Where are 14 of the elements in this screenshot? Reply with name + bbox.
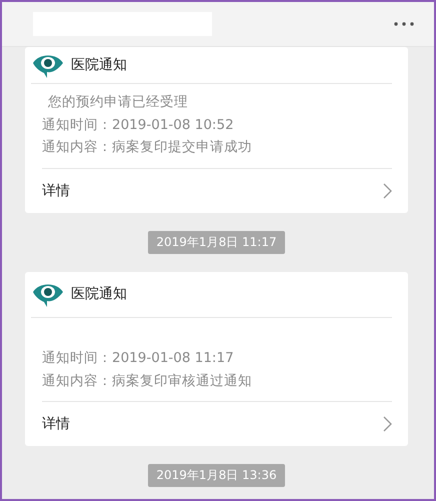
notice-line: 通知时间：2019-01-08 10:52 bbox=[42, 116, 235, 134]
notice-line: 通知内容：病案复印审核通过通知 bbox=[42, 372, 253, 390]
notice-intro: 您的预约申请已经受理 bbox=[47, 93, 189, 112]
source-title: 医院通知 bbox=[71, 285, 127, 303]
chevron-right-icon bbox=[383, 416, 392, 432]
source-title: 医院通知 bbox=[71, 56, 127, 74]
notice-line: 通知时间：2019-01-08 11:17 bbox=[42, 349, 235, 368]
details-link[interactable]: 详情 bbox=[42, 415, 70, 433]
more-icon[interactable] bbox=[394, 22, 414, 26]
timestamp: 2019年1月8日 11:17 bbox=[148, 230, 285, 254]
details-link[interactable]: 详情 bbox=[42, 182, 70, 200]
timestamp: 2019年1月8日 13:36 bbox=[148, 464, 285, 487]
notice-line: 通知内容：病案复印提交申请成功 bbox=[42, 138, 253, 157]
chevron-right-icon bbox=[383, 182, 392, 198]
